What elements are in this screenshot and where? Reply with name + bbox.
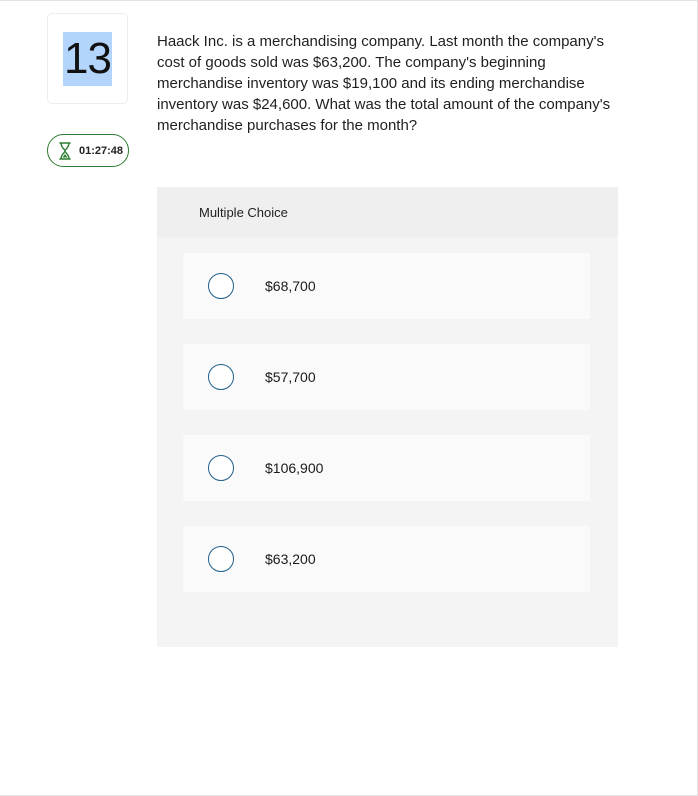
radio-button[interactable] xyxy=(208,455,234,481)
option-label: $63,200 xyxy=(265,551,316,567)
answer-option-2[interactable]: $57,700 xyxy=(183,344,590,410)
timer-text: 01:27:48 xyxy=(79,144,124,157)
options-list: $68,700 $57,700 $106,900 $63,200 xyxy=(183,253,590,617)
answer-option-4[interactable]: $63,200 xyxy=(183,526,590,592)
question-number-box: 13 xyxy=(47,13,128,104)
radio-button[interactable] xyxy=(208,273,234,299)
timer-badge[interactable]: 01:27:48 xyxy=(47,134,129,167)
multiple-choice-header: Multiple Choice xyxy=(157,187,618,237)
option-label: $106,900 xyxy=(265,460,324,476)
answer-option-1[interactable]: $68,700 xyxy=(183,253,590,319)
question-text: Haack Inc. is a merchandising company. L… xyxy=(157,33,611,134)
quiz-page: 13 01:27:48 Haack Inc. is a merchandisin… xyxy=(0,0,698,796)
multiple-choice-panel: Multiple Choice $68,700 $57,700 $106,900… xyxy=(157,187,618,647)
hourglass-icon xyxy=(59,141,71,160)
radio-button[interactable] xyxy=(208,364,234,390)
question-number: 13 xyxy=(63,31,112,86)
option-label: $57,700 xyxy=(265,369,316,385)
radio-button[interactable] xyxy=(208,546,234,572)
option-label: $68,700 xyxy=(265,278,316,294)
answer-option-3[interactable]: $106,900 xyxy=(183,435,590,501)
